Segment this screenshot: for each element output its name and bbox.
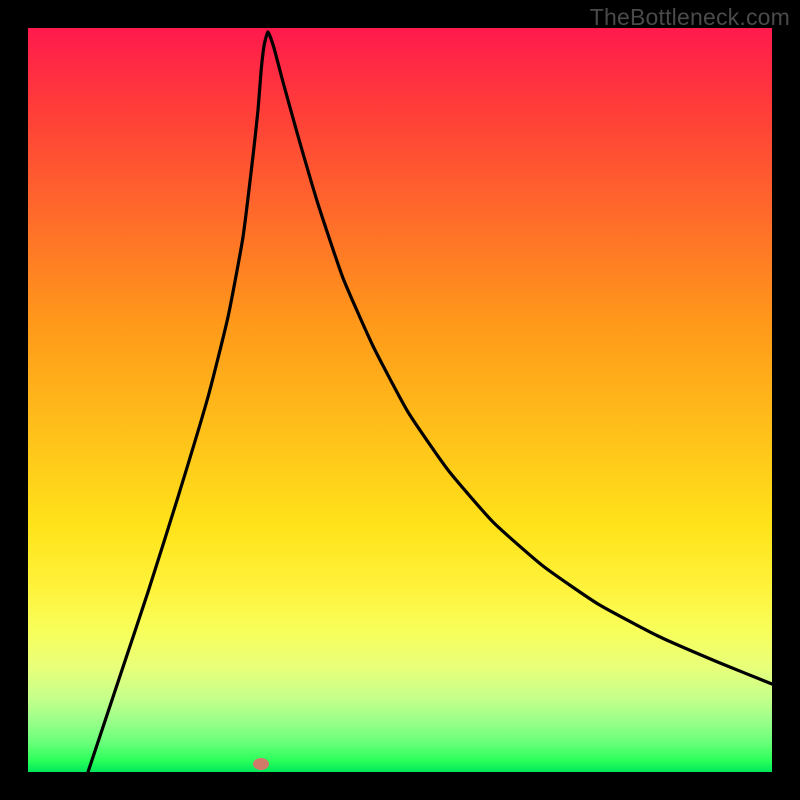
watermark-text: TheBottleneck.com [590,4,790,31]
bottleneck-curve [28,28,772,772]
chart-frame: TheBottleneck.com [0,0,800,800]
minimum-marker [253,758,269,770]
plot-area [28,28,772,772]
curve-path [88,32,772,772]
